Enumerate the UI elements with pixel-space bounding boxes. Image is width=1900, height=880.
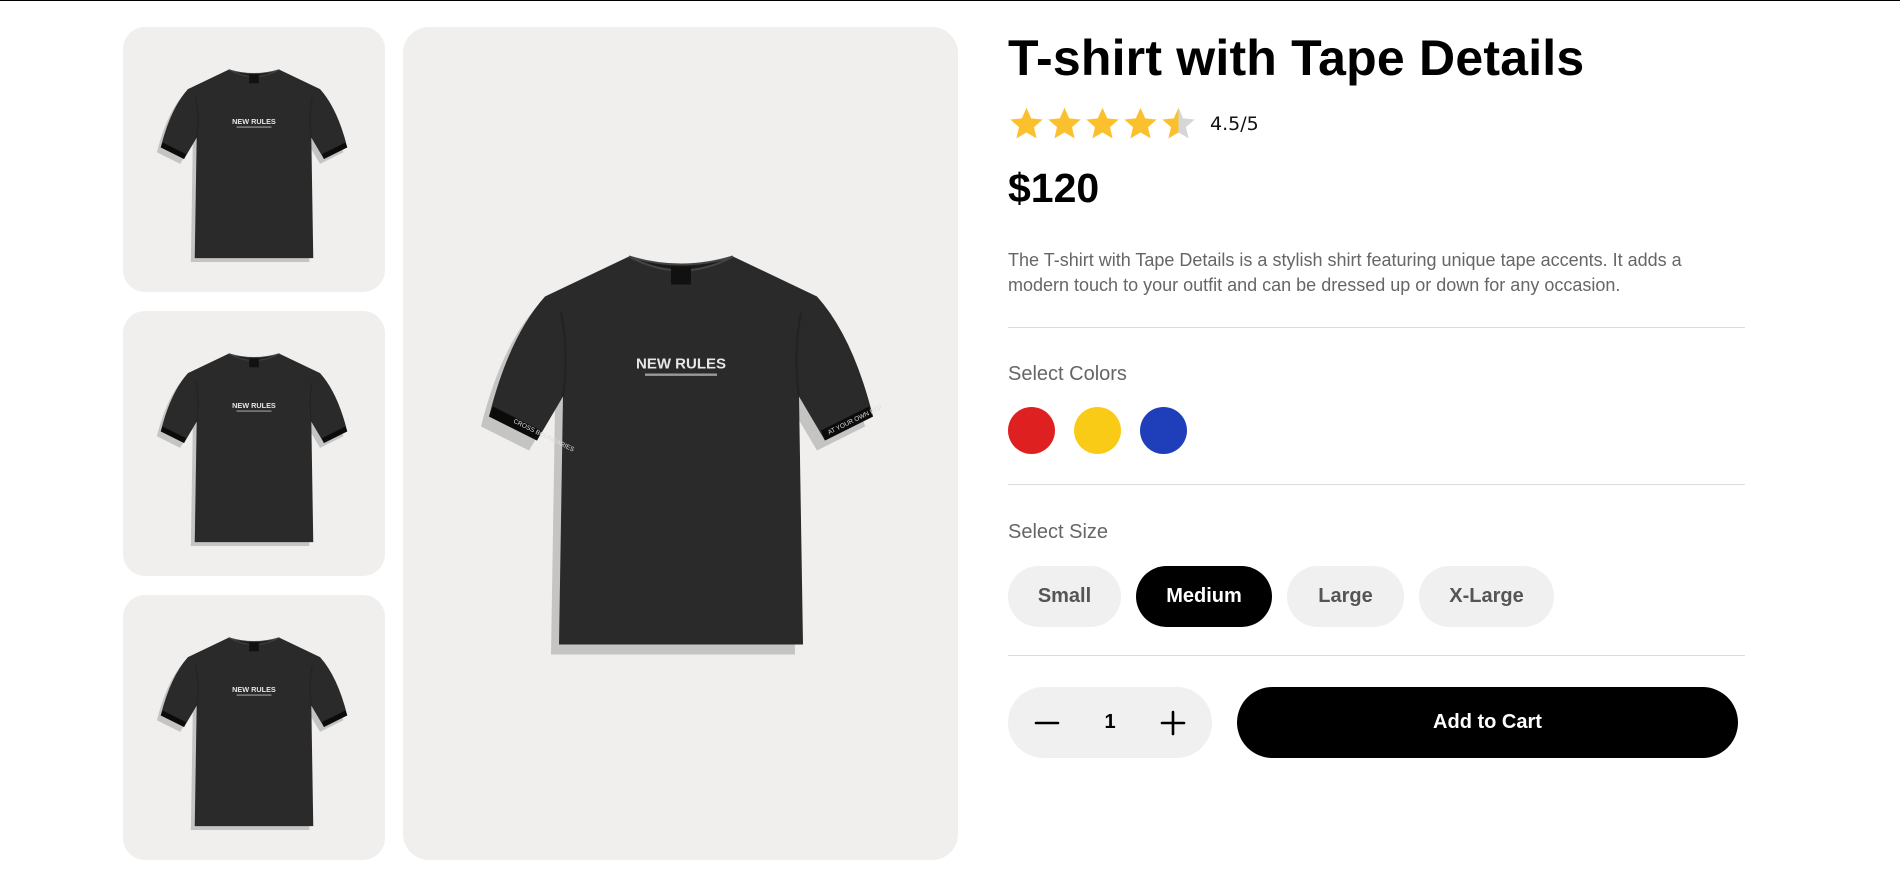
rating-stars [1008,105,1198,142]
star-icon [1048,107,1081,139]
increment-button[interactable] [1158,708,1188,738]
tshirt-image: NEW RULES [156,352,348,546]
shirt-print-text: NEW RULES [232,685,276,694]
divider [1008,327,1745,328]
rating-value: 4.5/5 [1210,112,1259,135]
select-size-label: Select Size [1008,521,1109,543]
size-option-small[interactable]: Small [1008,566,1121,627]
color-swatch-red[interactable] [1008,407,1055,454]
size-option-x-large[interactable]: X-Large [1419,566,1554,627]
tshirt-image: NEW RULES [156,636,348,830]
thumbnail-gallery: NEW RULES NEW RULES NEW RULES [123,27,385,879]
product-rating: 4.5/5 [1008,105,1259,142]
product-price: $120 [1008,165,1100,211]
tshirt-image: NEW RULESCROSS BOUNDARIES AT YOUR OWN RIS… [480,255,881,655]
product-description: The T-shirt with Tape Details is a styli… [1008,250,1682,295]
size-option-medium[interactable]: Medium [1136,566,1272,627]
plus-icon [1160,710,1186,735]
decrement-button[interactable] [1032,708,1062,738]
color-swatch-yellow[interactable] [1074,407,1121,454]
thumbnail-2[interactable]: NEW RULES [123,311,385,576]
divider [1008,484,1745,485]
product-title: T-shirt with Tape Details [1008,30,1585,86]
star-icon [1124,107,1157,139]
select-colors-label: Select Colors [1008,363,1127,385]
thumbnail-3[interactable]: NEW RULES [123,595,385,860]
star-icon [1086,107,1119,139]
color-swatch-blue[interactable] [1140,407,1187,454]
quantity-stepper: 1 [1008,687,1212,758]
quantity-value: 1 [1104,711,1116,733]
thumbnail-1[interactable]: NEW RULES [123,27,385,292]
main-product-image: NEW RULES CROSS BOUNDARIES AT YOUR OWN RIS… [403,27,958,860]
size-option-large[interactable]: Large [1287,566,1404,627]
star-icon [1162,107,1195,139]
tshirt-image: NEW RULES [156,68,348,262]
shirt-print-text: NEW RULES [636,356,726,373]
shirt-print-text: NEW RULES [232,117,276,126]
add-to-cart-button[interactable]: Add to Cart [1237,687,1738,758]
star-icon [1010,107,1043,139]
size-options: Small Medium Large X-Large [1008,566,1569,627]
divider [1008,655,1745,656]
shirt-print-text: NEW RULES [232,401,276,410]
color-options [1008,407,1206,454]
minus-icon [1034,721,1060,724]
